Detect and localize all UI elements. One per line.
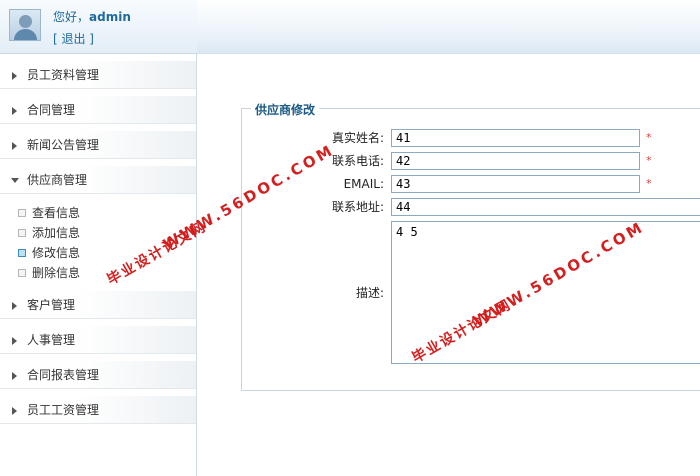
avatar-body bbox=[14, 29, 37, 40]
email-field[interactable] bbox=[391, 175, 640, 193]
sidebar-item-hr[interactable]: 人事管理 bbox=[0, 326, 196, 354]
address-field[interactable] bbox=[391, 198, 700, 216]
chevron-right-icon bbox=[12, 407, 17, 415]
address-label: 联系地址: bbox=[331, 200, 384, 214]
chevron-right-icon bbox=[12, 107, 17, 115]
required-mark: * bbox=[646, 131, 652, 144]
top-banner bbox=[197, 0, 700, 54]
email-label: EMAIL: bbox=[343, 177, 384, 191]
chevron-right-icon bbox=[12, 372, 17, 380]
sidebar-item-payroll[interactable]: 员工工资管理 bbox=[0, 396, 196, 424]
bullet-icon bbox=[18, 209, 26, 217]
sub-item-delete[interactable]: 删除信息 bbox=[18, 264, 80, 282]
sidebar-item-label: 客户管理 bbox=[27, 298, 76, 312]
chevron-right-icon bbox=[12, 142, 17, 150]
bullet-icon bbox=[18, 249, 26, 257]
greeting-prefix: 您好， bbox=[53, 10, 90, 24]
logout-link[interactable]: [ 退出 ] bbox=[53, 30, 94, 47]
user-panel: 您好，admin [ 退出 ] bbox=[0, 0, 197, 54]
sub-item-label: 添加信息 bbox=[32, 226, 81, 240]
sidebar-item-employee-records[interactable]: 员工资料管理 bbox=[0, 61, 196, 89]
name-label: 真实姓名: bbox=[331, 131, 384, 145]
sidebar-item-label: 新闻公告管理 bbox=[27, 138, 100, 152]
sub-item-label: 删除信息 bbox=[32, 266, 81, 280]
avatar bbox=[9, 9, 41, 41]
required-mark: * bbox=[646, 177, 652, 190]
form-legend: 供应商修改 bbox=[251, 101, 320, 118]
chevron-down-icon bbox=[11, 178, 19, 183]
username: admin bbox=[89, 10, 131, 24]
sidebar-item-news[interactable]: 新闻公告管理 bbox=[0, 131, 196, 159]
required-mark: * bbox=[646, 154, 652, 167]
sub-item-add[interactable]: 添加信息 bbox=[18, 224, 80, 242]
chevron-right-icon bbox=[12, 72, 17, 80]
phone-field[interactable] bbox=[391, 152, 640, 170]
sidebar-item-label: 供应商管理 bbox=[27, 173, 88, 187]
phone-label: 联系电话: bbox=[331, 154, 384, 168]
chevron-right-icon bbox=[12, 337, 17, 345]
sidebar-item-suppliers[interactable]: 供应商管理 bbox=[0, 166, 196, 194]
main-content: 供应商修改 真实姓名: * 联系电话: * EMAIL: * 联系地址: 描述:… bbox=[197, 55, 700, 476]
sidebar-item-label: 员工工资管理 bbox=[27, 403, 100, 417]
description-textarea[interactable]: 4 5 bbox=[391, 221, 700, 364]
sub-item-label: 查看信息 bbox=[32, 206, 81, 220]
avatar-head bbox=[19, 15, 32, 28]
sidebar-item-contract-reports[interactable]: 合同报表管理 bbox=[0, 361, 196, 389]
sidebar-item-customers[interactable]: 客户管理 bbox=[0, 291, 196, 319]
name-field[interactable] bbox=[391, 129, 640, 147]
sub-item-view[interactable]: 查看信息 bbox=[18, 204, 80, 222]
sub-item-label: 修改信息 bbox=[32, 246, 81, 260]
sub-item-edit[interactable]: 修改信息 bbox=[18, 244, 80, 262]
sidebar: 员工资料管理 合同管理 新闻公告管理 供应商管理 查看信息 添加信息 修改信息 … bbox=[0, 54, 197, 476]
sidebar-item-label: 员工资料管理 bbox=[27, 68, 100, 82]
bullet-icon bbox=[18, 269, 26, 277]
description-label: 描述: bbox=[355, 286, 384, 300]
sidebar-item-contracts[interactable]: 合同管理 bbox=[0, 96, 196, 124]
sidebar-item-label: 合同管理 bbox=[27, 103, 76, 117]
bullet-icon bbox=[18, 229, 26, 237]
sidebar-item-label: 合同报表管理 bbox=[27, 368, 100, 382]
sidebar-item-label: 人事管理 bbox=[27, 333, 76, 347]
greeting: 您好，admin bbox=[53, 8, 131, 25]
chevron-right-icon bbox=[12, 302, 17, 310]
